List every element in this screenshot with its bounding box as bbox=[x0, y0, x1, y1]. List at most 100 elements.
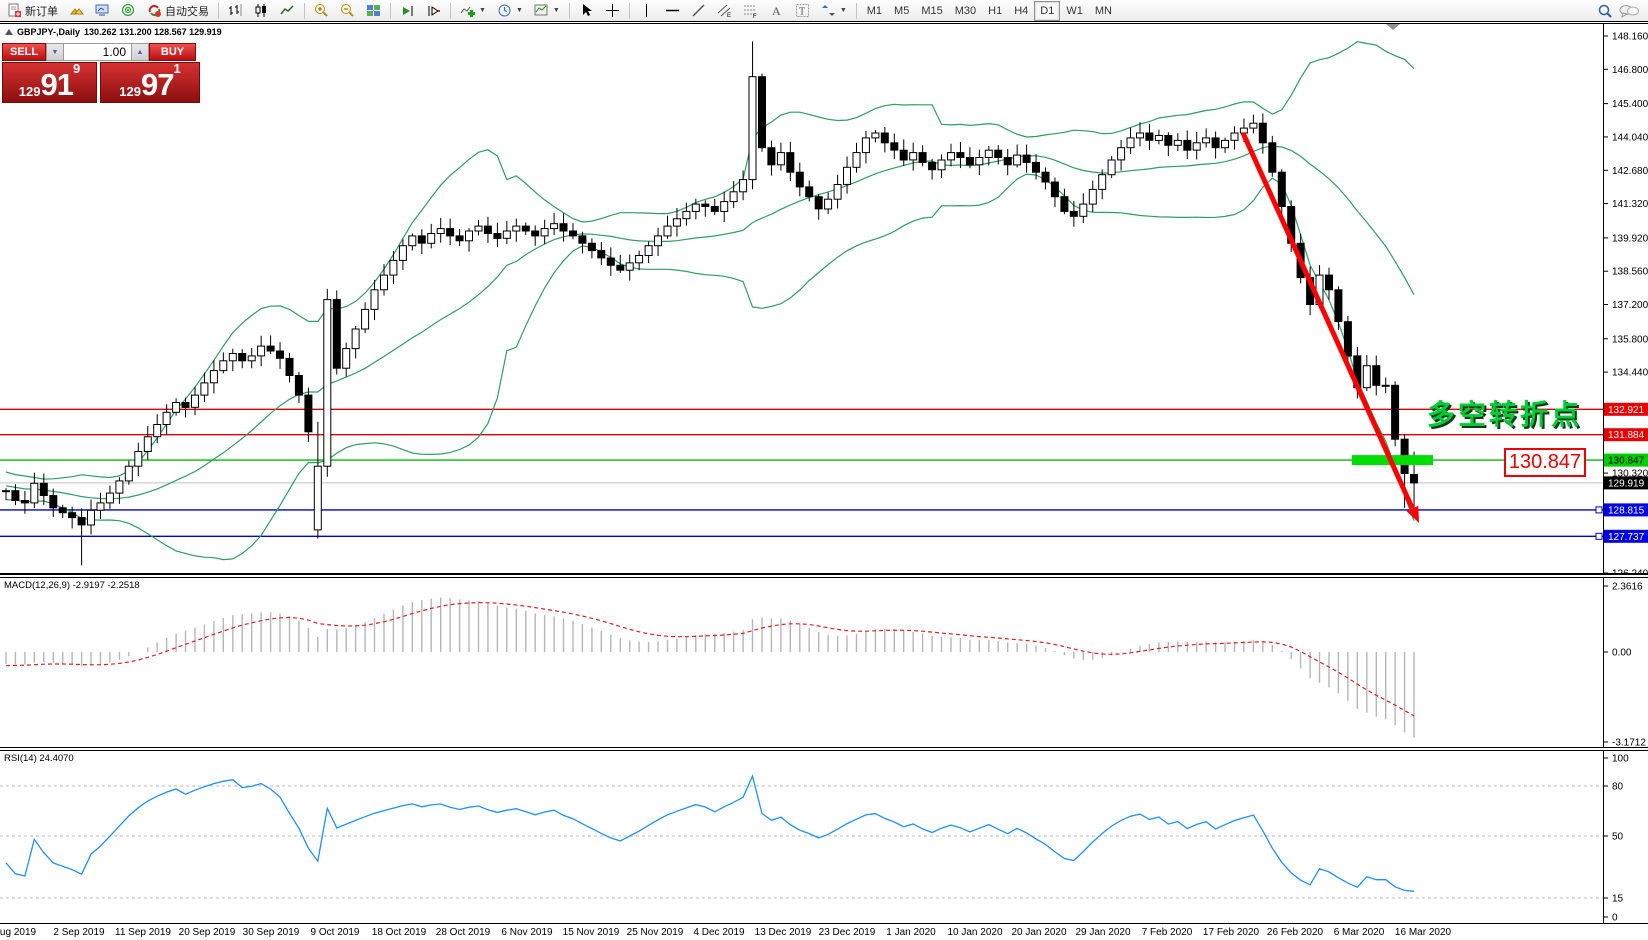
dropdown-arrow-icon: ▼ bbox=[479, 7, 486, 14]
candlestick-chart-type-button[interactable] bbox=[249, 0, 274, 22]
gold-button[interactable] bbox=[64, 0, 89, 22]
market-watch-button[interactable] bbox=[90, 0, 115, 22]
fibonacci-icon: F bbox=[743, 3, 758, 18]
svg-text:T: T bbox=[799, 7, 805, 18]
volume-decrease-button[interactable]: ▼ bbox=[46, 43, 64, 61]
horizontal-line-icon bbox=[665, 3, 680, 18]
rsi-indicator-panel[interactable]: 1008050150 bbox=[0, 751, 1648, 923]
svg-text:A: A bbox=[772, 4, 781, 18]
toolbar-separator bbox=[450, 3, 451, 19]
bid-prefix: 129 bbox=[19, 84, 41, 99]
strategy-tester-button[interactable] bbox=[116, 0, 141, 22]
date-label: 11 Sep 2019 bbox=[115, 927, 171, 938]
macd-indicator-panel[interactable]: 2.36160.00-3.1712 bbox=[0, 578, 1648, 747]
timeframe-M1[interactable]: M1 bbox=[861, 1, 888, 21]
turning-point-annotation: 多空转折点 bbox=[1427, 393, 1582, 433]
date-label: 1 Jan 2020 bbox=[886, 927, 936, 938]
chart-ohlc-values: 130.262 131.200 128.567 129.919 bbox=[84, 27, 222, 37]
svg-text:80: 80 bbox=[1612, 782, 1624, 793]
arrows-icon bbox=[821, 3, 836, 18]
main-price-chart[interactable]: 148.160146.800145.400144.040142.680141.3… bbox=[0, 23, 1648, 574]
toolbar-separator bbox=[629, 3, 630, 19]
timeframe-M5[interactable]: M5 bbox=[888, 1, 915, 21]
text-label-tool-button[interactable]: T bbox=[790, 0, 815, 22]
gold-icon bbox=[69, 3, 84, 18]
svg-text:2.3616: 2.3616 bbox=[1612, 582, 1643, 593]
fibonacci-tool-button[interactable]: F bbox=[738, 0, 763, 22]
templates-button[interactable]: ▼ bbox=[529, 0, 565, 22]
svg-text:100: 100 bbox=[1612, 754, 1629, 765]
auto-scroll-icon bbox=[400, 3, 415, 18]
date-label: 29 Jan 2020 bbox=[1075, 927, 1130, 938]
channel-tool-button[interactable]: E bbox=[712, 0, 737, 22]
toolbar-separator bbox=[569, 3, 570, 19]
dropdown-arrow-icon: ▼ bbox=[553, 7, 560, 14]
autotrading-label: 自动交易 bbox=[165, 3, 209, 19]
svg-text:0: 0 bbox=[1612, 913, 1618, 924]
svg-text:135.800: 135.800 bbox=[1612, 334, 1648, 345]
trendline-tool-button[interactable] bbox=[686, 0, 711, 22]
autotrading-icon bbox=[147, 3, 162, 18]
line-chart-type-button[interactable] bbox=[275, 0, 300, 22]
tile-windows-button[interactable] bbox=[361, 0, 386, 22]
svg-text:50: 50 bbox=[1612, 832, 1624, 843]
date-label: 20 Jan 2020 bbox=[1011, 927, 1066, 938]
horizontal-line-tool-button[interactable] bbox=[660, 0, 685, 22]
text-label-icon: T bbox=[795, 3, 810, 18]
date-label: 17 Feb 2020 bbox=[1203, 927, 1259, 938]
price-callout-box: 130.847 bbox=[1504, 448, 1586, 477]
svg-text:148.160: 148.160 bbox=[1612, 32, 1648, 43]
timeframe-H4[interactable]: H4 bbox=[1008, 1, 1034, 21]
terminal-window: 新订单 自动交易 ▼ ▼ ▼ E F A T ▼ bbox=[0, 0, 1648, 940]
bar-chart-type-button[interactable] bbox=[223, 0, 248, 22]
new-order-button[interactable]: 新订单 bbox=[2, 0, 63, 22]
date-axis[interactable]: 22 Aug 20192 Sep 201911 Sep 201920 Sep 2… bbox=[0, 923, 1648, 940]
volume-input[interactable] bbox=[64, 43, 131, 61]
svg-text:E: E bbox=[727, 13, 731, 18]
chart-shift-button[interactable] bbox=[421, 0, 446, 22]
timeframe-D1[interactable]: D1 bbox=[1034, 1, 1060, 21]
zoom-in-button[interactable] bbox=[309, 0, 334, 22]
date-label: 13 Dec 2019 bbox=[755, 927, 812, 938]
new-order-icon bbox=[7, 3, 22, 18]
toolbar-separator bbox=[390, 3, 391, 19]
svg-text:-3.1712: -3.1712 bbox=[1612, 738, 1646, 748]
chat-icon[interactable] bbox=[1618, 3, 1640, 18]
svg-text:128.815: 128.815 bbox=[1608, 505, 1645, 516]
svg-text:142.680: 142.680 bbox=[1612, 166, 1648, 177]
timeframe-H1[interactable]: H1 bbox=[982, 1, 1008, 21]
buy-button[interactable]: BUY bbox=[149, 43, 196, 61]
timeframe-M30[interactable]: M30 bbox=[949, 1, 982, 21]
autotrading-button[interactable]: 自动交易 bbox=[142, 0, 214, 22]
bid-pip-digit: 9 bbox=[73, 63, 80, 75]
cursor-tool-button[interactable] bbox=[574, 0, 599, 22]
date-label: 9 Oct 2019 bbox=[311, 927, 360, 938]
arrows-tool-button[interactable]: ▼ bbox=[816, 0, 852, 22]
bid-price-box[interactable]: 129 91 9 bbox=[2, 62, 97, 103]
indicators-button[interactable]: ▼ bbox=[455, 0, 491, 22]
clock-icon bbox=[497, 3, 512, 18]
volume-increase-button[interactable]: ▲ bbox=[131, 43, 149, 61]
periods-button[interactable]: ▼ bbox=[492, 0, 528, 22]
timeframe-MN[interactable]: MN bbox=[1089, 1, 1118, 21]
zoom-out-button[interactable] bbox=[335, 0, 360, 22]
svg-text:138.560: 138.560 bbox=[1612, 267, 1648, 278]
ask-prefix: 129 bbox=[119, 84, 141, 99]
indicators-add-icon bbox=[460, 3, 475, 18]
date-label: 22 Aug 2019 bbox=[0, 927, 36, 938]
crosshair-tool-button[interactable] bbox=[600, 0, 625, 22]
auto-scroll-button[interactable] bbox=[395, 0, 420, 22]
svg-text:134.440: 134.440 bbox=[1612, 368, 1648, 379]
timeframe-W1[interactable]: W1 bbox=[1060, 1, 1089, 21]
vertical-line-tool-button[interactable] bbox=[634, 0, 659, 22]
timeframe-M15[interactable]: M15 bbox=[915, 1, 948, 21]
chart-shift-icon bbox=[426, 3, 441, 18]
sell-button[interactable]: SELL bbox=[2, 43, 46, 61]
toolbar-separator bbox=[304, 3, 305, 19]
date-label: 26 Feb 2020 bbox=[1267, 927, 1323, 938]
ask-price-box[interactable]: 129 97 1 bbox=[100, 62, 200, 103]
line-chart-icon bbox=[280, 3, 295, 18]
text-tool-button[interactable]: A bbox=[764, 0, 789, 22]
search-icon[interactable] bbox=[1597, 3, 1612, 18]
svg-text:129.919: 129.919 bbox=[1608, 478, 1645, 489]
